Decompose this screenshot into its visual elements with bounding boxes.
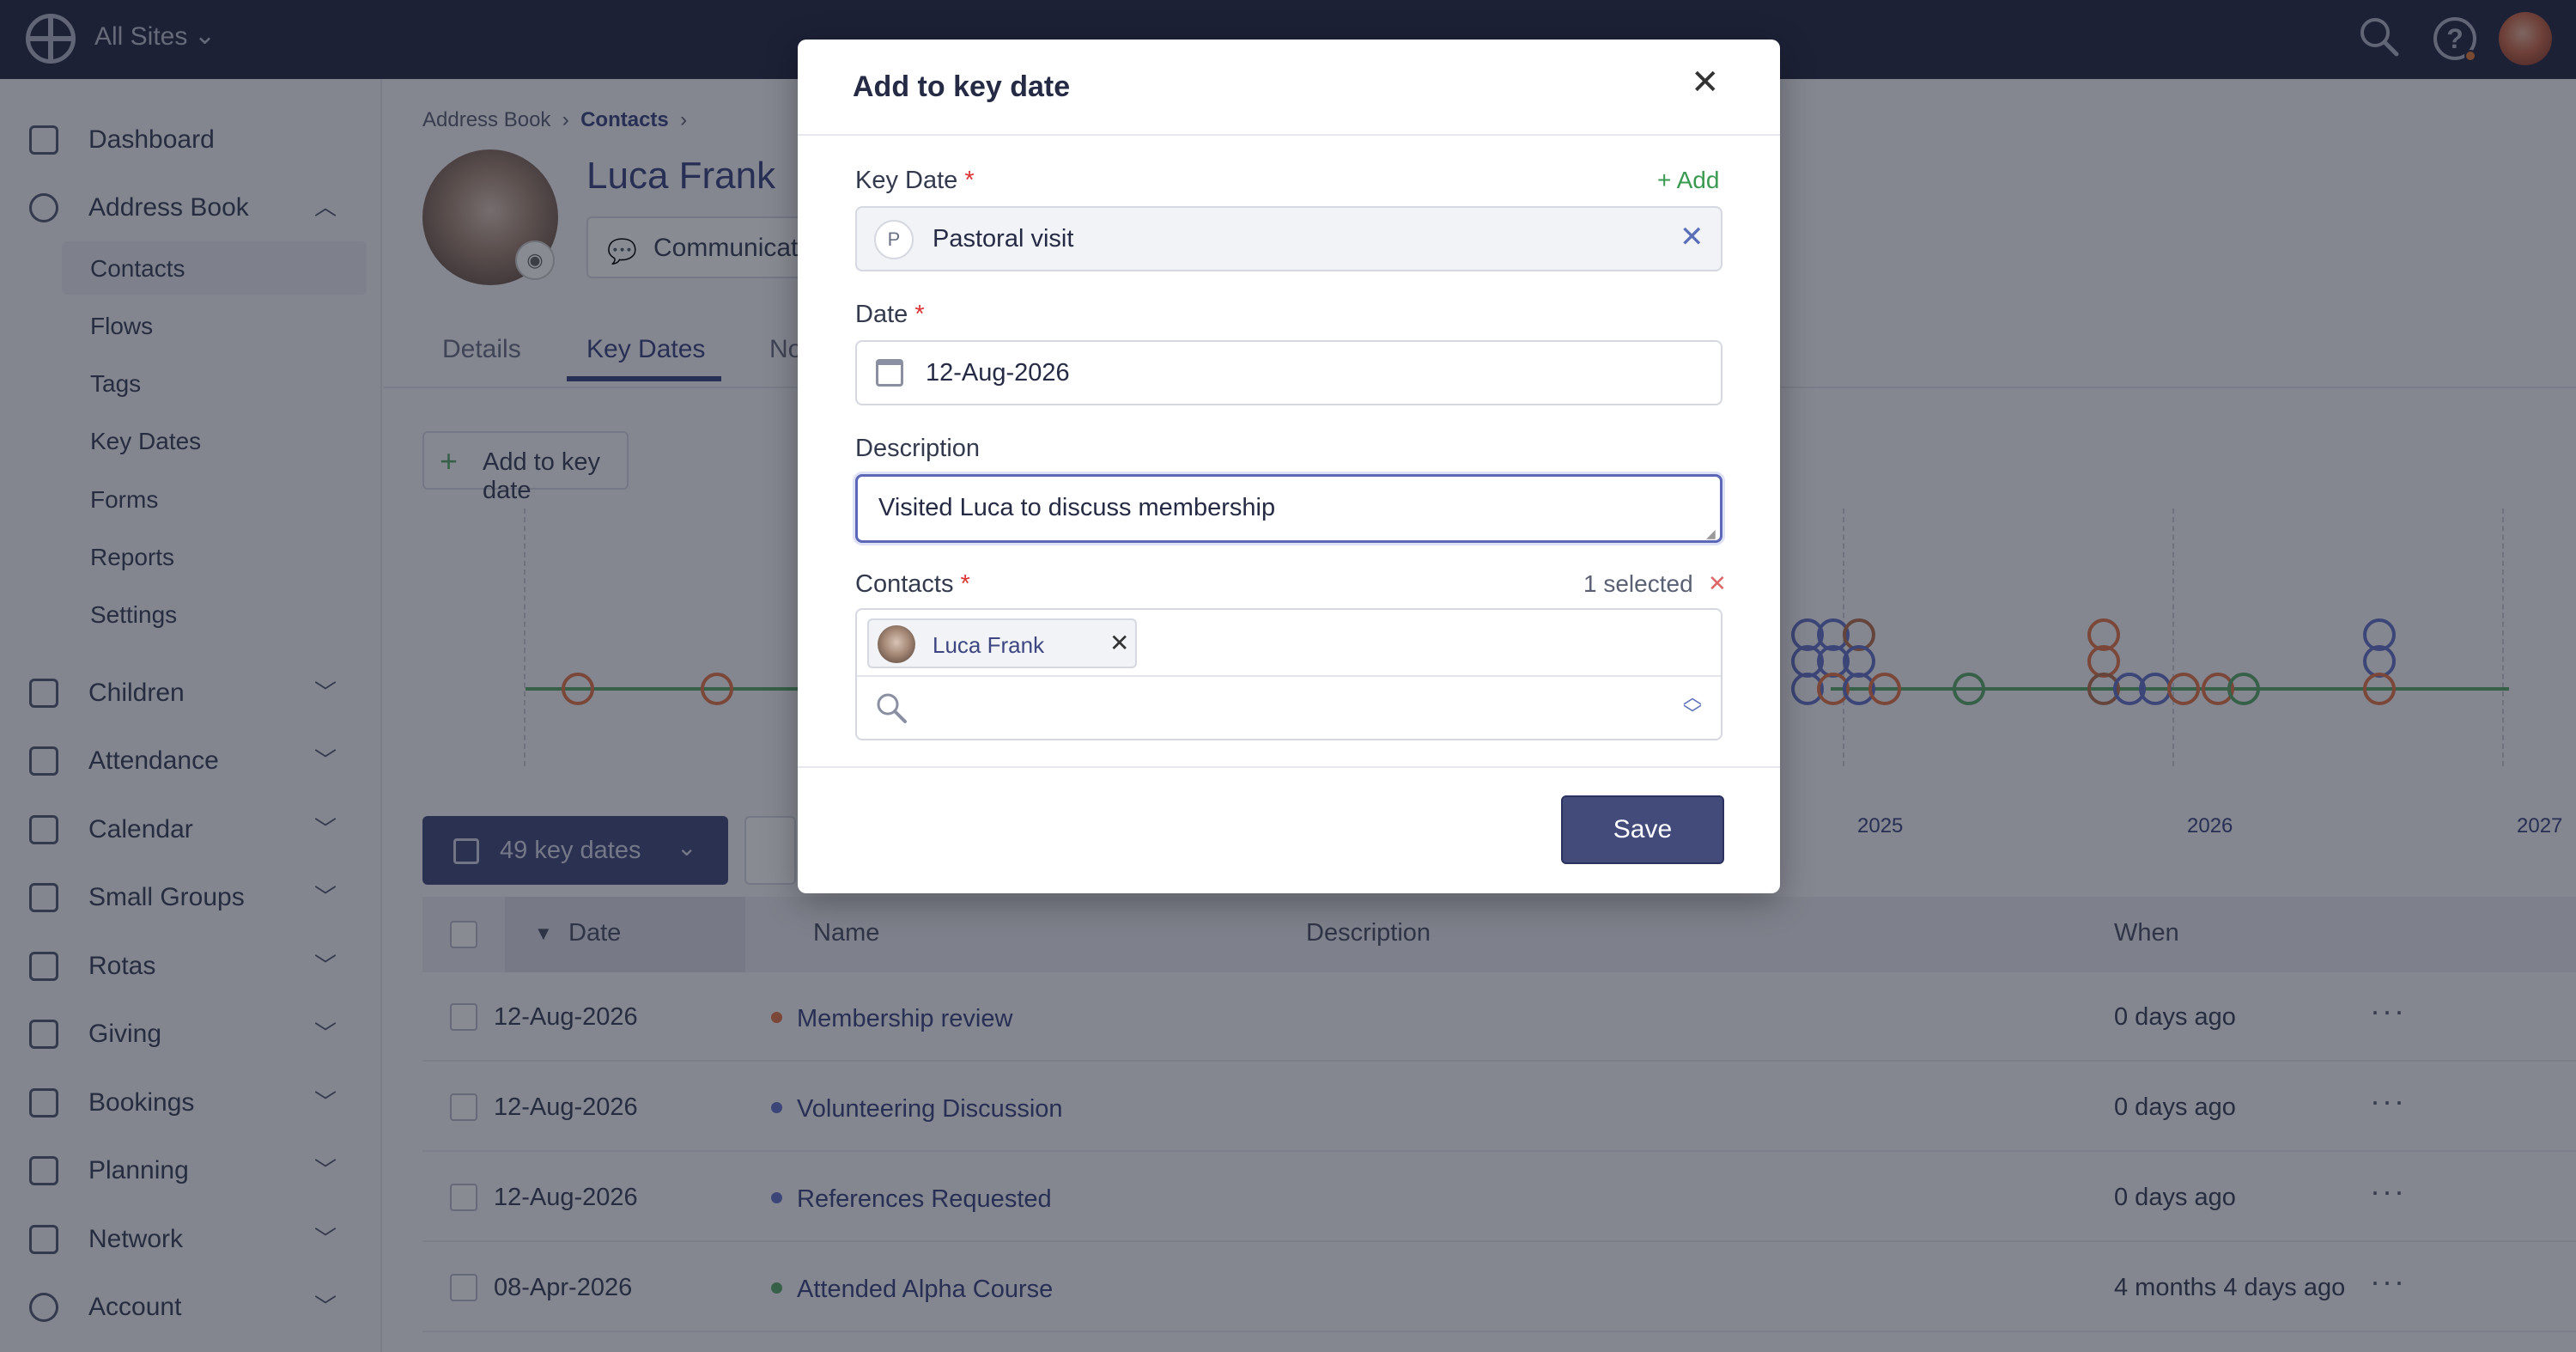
clear-icon[interactable]: ✕ <box>1680 220 1704 254</box>
date-label: Date * <box>855 301 925 329</box>
date-value: 12-Aug-2026 <box>926 359 1070 387</box>
contact-chip-name: Luca Frank <box>933 632 1045 658</box>
description-value: Visited Luca to discuss membership <box>878 494 1276 521</box>
calendar-icon <box>876 359 903 387</box>
required-mark: * <box>960 570 970 598</box>
contacts-label: Contacts * <box>855 570 970 599</box>
description-label: Description <box>855 435 981 462</box>
contacts-multiselect[interactable]: Luca Frank ✕ ︿ ﹀ <box>855 608 1722 740</box>
contacts-label-text: Contacts <box>855 570 954 598</box>
date-label-text: Date <box>855 301 908 328</box>
clear-selection-icon[interactable]: ✕ <box>1708 570 1727 597</box>
resize-handle-icon[interactable]: ◢ <box>1706 527 1716 541</box>
close-icon[interactable]: ✕ <box>1691 64 1720 101</box>
key-date-label-text: Key Date <box>855 167 958 194</box>
avatar <box>878 625 915 663</box>
selected-count: 1 selected <box>1583 570 1693 597</box>
description-textarea[interactable]: Visited Luca to discuss membership ◢ <box>855 474 1722 543</box>
add-key-date-link[interactable]: + Add <box>1657 167 1719 194</box>
search-icon <box>877 693 907 723</box>
modal-title: Add to key date <box>853 70 1071 103</box>
required-mark: * <box>964 167 975 194</box>
date-field[interactable]: 12-Aug-2026 <box>855 340 1722 405</box>
required-mark: * <box>914 301 925 328</box>
updown-icon[interactable]: ︿ ﹀ <box>1683 688 1702 724</box>
remove-contact-icon[interactable]: ✕ <box>1109 629 1129 657</box>
key-date-value: Pastoral visit <box>933 225 1074 253</box>
divider <box>857 675 1721 677</box>
modal-divider <box>798 134 1780 136</box>
key-date-select[interactable]: P Pastoral visit ✕ <box>855 206 1722 271</box>
modal-divider <box>798 766 1780 768</box>
key-date-label: Key Date * <box>855 167 975 195</box>
contact-chip: Luca Frank ✕ <box>867 618 1137 668</box>
add-key-date-modal: Add to key date ✕ Key Date * + Add P Pas… <box>798 40 1780 893</box>
key-date-badge: P <box>874 220 914 259</box>
save-button[interactable]: Save <box>1561 795 1724 864</box>
